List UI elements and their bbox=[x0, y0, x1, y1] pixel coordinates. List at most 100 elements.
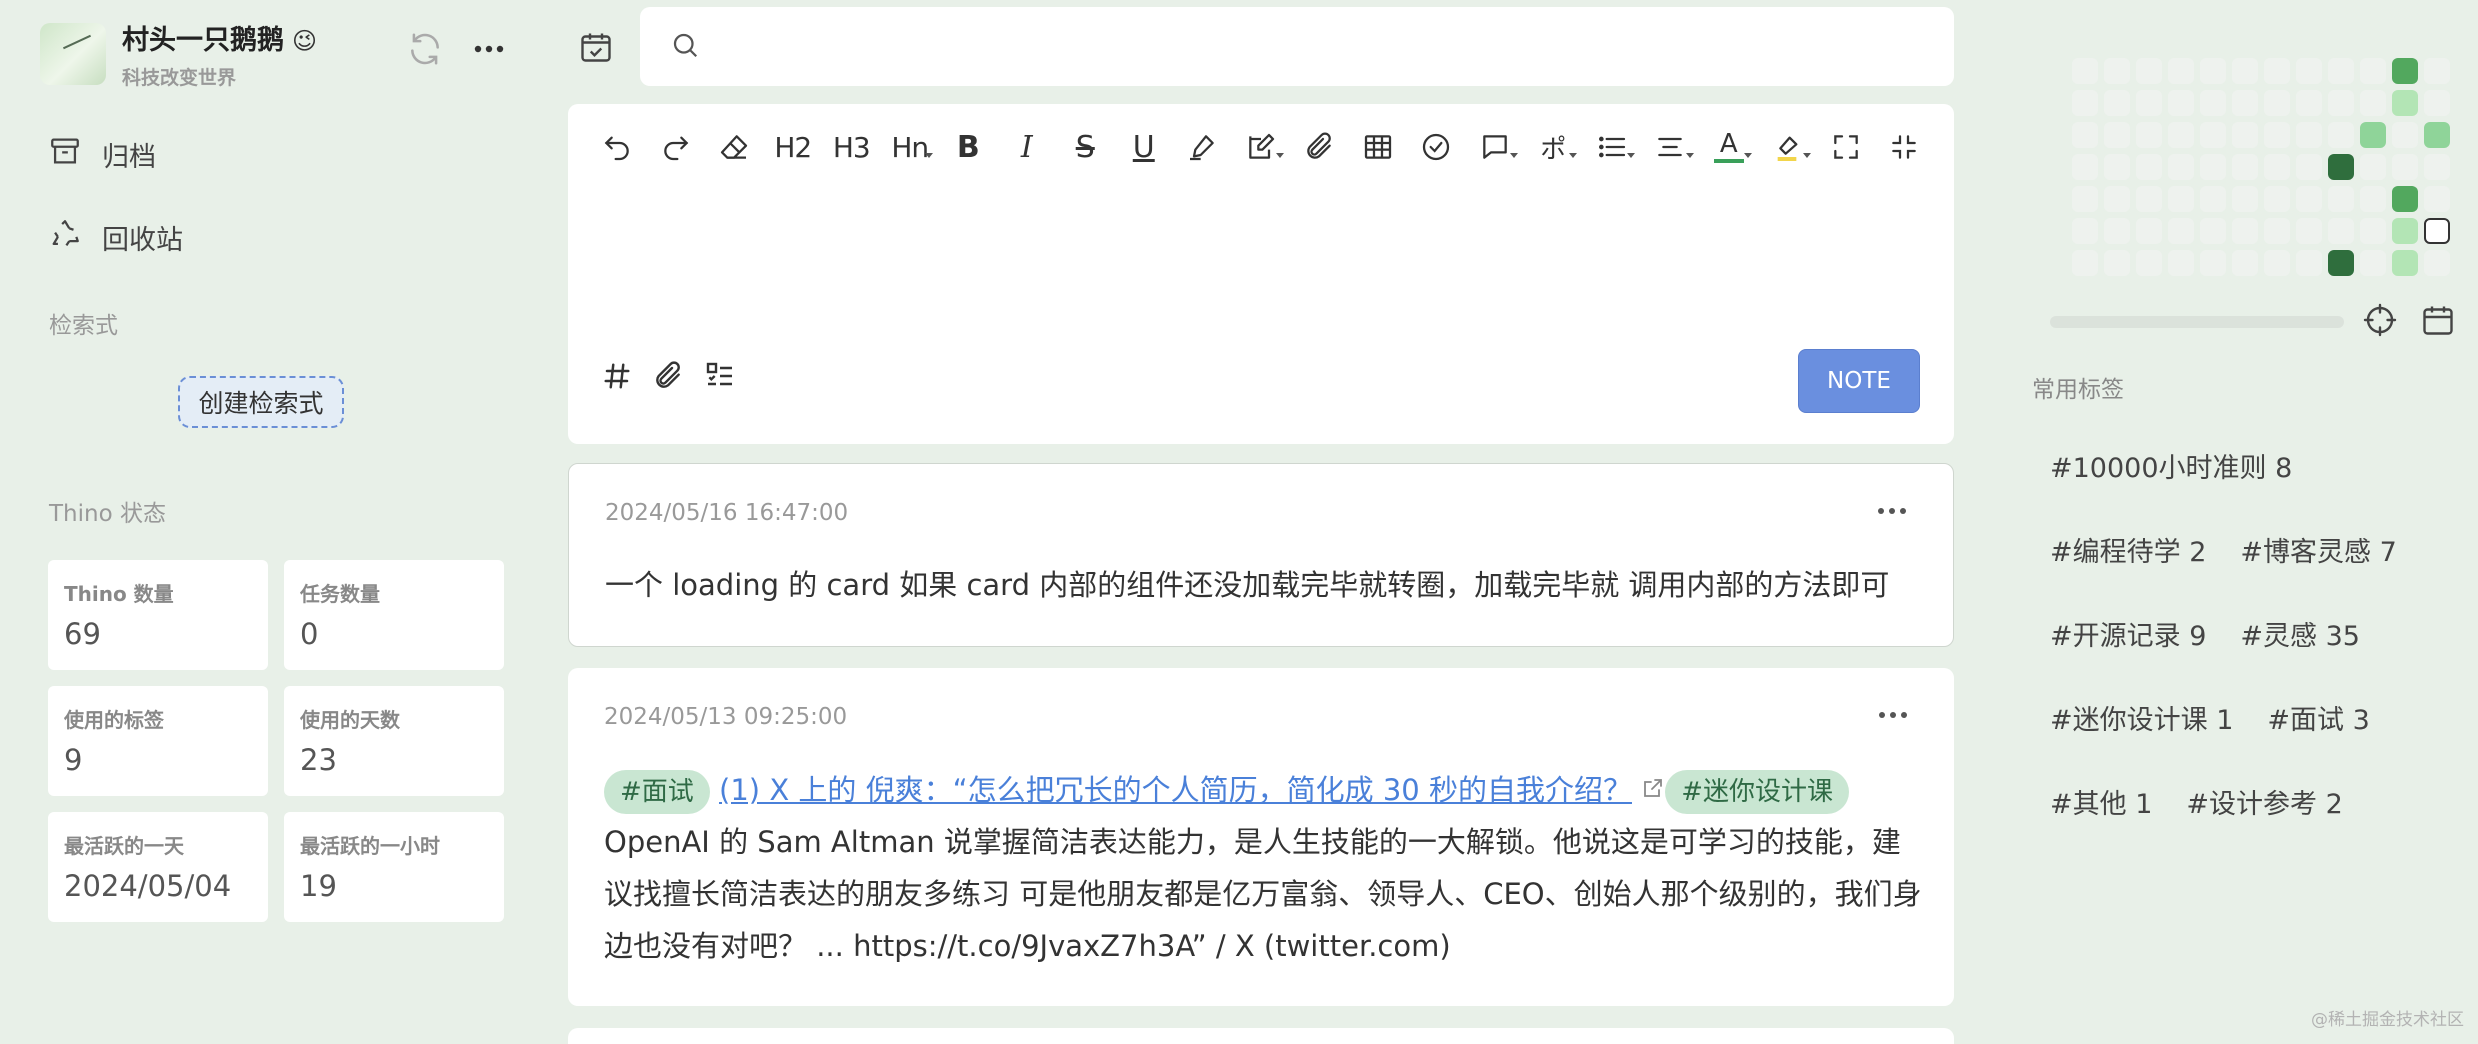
heatmap-cell[interactable] bbox=[2136, 186, 2162, 212]
heatmap-cell[interactable] bbox=[2200, 154, 2226, 180]
profile[interactable]: 村头一只鹅鹅 😉 科技改变世界 bbox=[40, 18, 317, 90]
heatmap-cell[interactable] bbox=[2360, 218, 2386, 244]
heatmap-cell[interactable] bbox=[2136, 122, 2162, 148]
locate-today-icon[interactable] bbox=[2362, 302, 2398, 342]
underline-button[interactable]: U bbox=[1115, 122, 1174, 172]
heading-2-button[interactable]: H2 bbox=[764, 122, 823, 172]
italic-button[interactable]: I bbox=[998, 122, 1057, 172]
nav-archive[interactable]: 归档 bbox=[48, 134, 156, 175]
tag-item[interactable]: #10000小时准则 8 bbox=[2050, 446, 2292, 485]
tag-item[interactable]: #面试 3 bbox=[2267, 698, 2369, 737]
heatmap-cell[interactable] bbox=[2328, 90, 2354, 116]
eraser-icon[interactable] bbox=[705, 122, 764, 172]
heatmap-cell[interactable] bbox=[2072, 58, 2098, 84]
more-icon[interactable] bbox=[1878, 704, 1908, 723]
more-icon[interactable] bbox=[1877, 500, 1907, 519]
heatmap-cell[interactable] bbox=[2424, 154, 2450, 180]
undo-icon[interactable] bbox=[588, 122, 647, 172]
heatmap-cell[interactable] bbox=[2232, 58, 2258, 84]
create-query-button[interactable]: 创建检索式 bbox=[178, 376, 344, 428]
attachment-icon[interactable] bbox=[1290, 122, 1349, 172]
heatmap-cell[interactable] bbox=[2328, 154, 2354, 180]
tag-item[interactable]: #编程待学 2 bbox=[2050, 530, 2206, 569]
heatmap-cell[interactable] bbox=[2136, 90, 2162, 116]
heatmap-cell[interactable] bbox=[2296, 218, 2322, 244]
heatmap-cell[interactable] bbox=[2360, 250, 2386, 276]
heatmap-cell[interactable] bbox=[2360, 58, 2386, 84]
heatmap-cell[interactable] bbox=[2328, 186, 2354, 212]
heading-n-button[interactable]: Hn bbox=[881, 122, 940, 172]
fullscreen-icon[interactable] bbox=[1817, 122, 1876, 172]
heatmap-cell[interactable] bbox=[2104, 58, 2130, 84]
heatmap-cell[interactable] bbox=[2072, 90, 2098, 116]
heatmap-cell[interactable] bbox=[2136, 218, 2162, 244]
heatmap-cell[interactable] bbox=[2424, 250, 2450, 276]
heatmap-cell[interactable] bbox=[2200, 186, 2226, 212]
heatmap-cell[interactable] bbox=[2360, 186, 2386, 212]
editor[interactable]: H2 H3 Hn B I S U ポ A NOTE bbox=[568, 104, 1954, 444]
heatmap-cell[interactable] bbox=[2168, 250, 2194, 276]
tag-item[interactable]: #设计参考 2 bbox=[2186, 782, 2342, 821]
heatmap-cell[interactable] bbox=[2328, 218, 2354, 244]
heatmap-cell[interactable] bbox=[2392, 58, 2418, 84]
heading-3-button[interactable]: H3 bbox=[822, 122, 881, 172]
heatmap-cell[interactable] bbox=[2072, 250, 2098, 276]
heatmap-cell[interactable] bbox=[2200, 250, 2226, 276]
heatmap-cell[interactable] bbox=[2200, 218, 2226, 244]
edit-icon[interactable] bbox=[1232, 122, 1291, 172]
calendar-icon[interactable] bbox=[2420, 302, 2456, 342]
heatmap-cell[interactable] bbox=[2104, 186, 2130, 212]
memo-link[interactable]: (1) X 上的 倪爽：“怎么把冗长的个人简历，简化成 30 秒的自我介绍？ bbox=[719, 773, 1632, 807]
tag-item[interactable]: #迷你设计课 1 bbox=[2050, 698, 2233, 737]
todo-list-icon[interactable] bbox=[704, 360, 736, 396]
memo-tag[interactable]: #面试 bbox=[604, 770, 710, 814]
heatmap-scrollbar[interactable] bbox=[2050, 316, 2344, 328]
heatmap-cell[interactable] bbox=[2200, 90, 2226, 116]
heatmap-cell[interactable] bbox=[2392, 186, 2418, 212]
heatmap-cell[interactable] bbox=[2232, 90, 2258, 116]
tag-item[interactable]: #博客灵感 7 bbox=[2240, 530, 2396, 569]
heatmap-cell[interactable] bbox=[2360, 154, 2386, 180]
heatmap-cell[interactable] bbox=[2104, 90, 2130, 116]
heatmap-cell[interactable] bbox=[2424, 58, 2450, 84]
memo-card[interactable]: 2024/05/16 16:47:00 一个 loading 的 card 如果… bbox=[568, 463, 1954, 647]
avatar[interactable] bbox=[40, 23, 106, 85]
heatmap-cell[interactable] bbox=[2296, 58, 2322, 84]
tag-item[interactable]: #开源记录 9 bbox=[2050, 614, 2206, 653]
heatmap-cell[interactable] bbox=[2424, 90, 2450, 116]
heatmap-cell[interactable] bbox=[2232, 122, 2258, 148]
comment-icon[interactable] bbox=[1466, 122, 1525, 172]
heatmap-cell[interactable] bbox=[2264, 154, 2290, 180]
bold-button[interactable]: B bbox=[939, 122, 998, 172]
heatmap-cell[interactable] bbox=[2136, 154, 2162, 180]
heatmap-cell[interactable] bbox=[2200, 122, 2226, 148]
heatmap-cell[interactable] bbox=[2264, 186, 2290, 212]
heatmap-cell[interactable] bbox=[2360, 90, 2386, 116]
heatmap-cell[interactable] bbox=[2136, 250, 2162, 276]
calendar-icon[interactable] bbox=[578, 28, 614, 70]
heatmap-cell[interactable] bbox=[2424, 218, 2450, 244]
list-icon[interactable] bbox=[1583, 122, 1642, 172]
tag-item[interactable]: #其他 1 bbox=[2050, 782, 2152, 821]
highlight-pen-icon[interactable] bbox=[1173, 122, 1232, 172]
heatmap-cell[interactable] bbox=[2104, 122, 2130, 148]
search-input[interactable] bbox=[718, 32, 1918, 61]
heatmap-cell[interactable] bbox=[2264, 90, 2290, 116]
heatmap-cell[interactable] bbox=[2392, 90, 2418, 116]
heatmap-cell[interactable] bbox=[2264, 218, 2290, 244]
strikethrough-button[interactable]: S bbox=[1056, 122, 1115, 172]
table-icon[interactable] bbox=[1349, 122, 1408, 172]
heatmap-cell[interactable] bbox=[2264, 122, 2290, 148]
heatmap-cell[interactable] bbox=[2424, 186, 2450, 212]
search-bar[interactable] bbox=[640, 7, 1954, 86]
heatmap-cell[interactable] bbox=[2264, 250, 2290, 276]
heatmap-cell[interactable] bbox=[2328, 58, 2354, 84]
ruby-icon[interactable]: ポ bbox=[1524, 122, 1583, 172]
memo-card[interactable]: 2024/05/13 09:25:00 #面试 (1) X 上的 倪爽：“怎么把… bbox=[568, 668, 1954, 1006]
heatmap-cell[interactable] bbox=[2232, 186, 2258, 212]
tag-item[interactable]: #灵感 35 bbox=[2240, 614, 2360, 653]
heatmap-cell[interactable] bbox=[2200, 58, 2226, 84]
heatmap-cell[interactable] bbox=[2168, 58, 2194, 84]
heatmap-cell[interactable] bbox=[2168, 154, 2194, 180]
memo-card[interactable] bbox=[568, 1028, 1954, 1044]
